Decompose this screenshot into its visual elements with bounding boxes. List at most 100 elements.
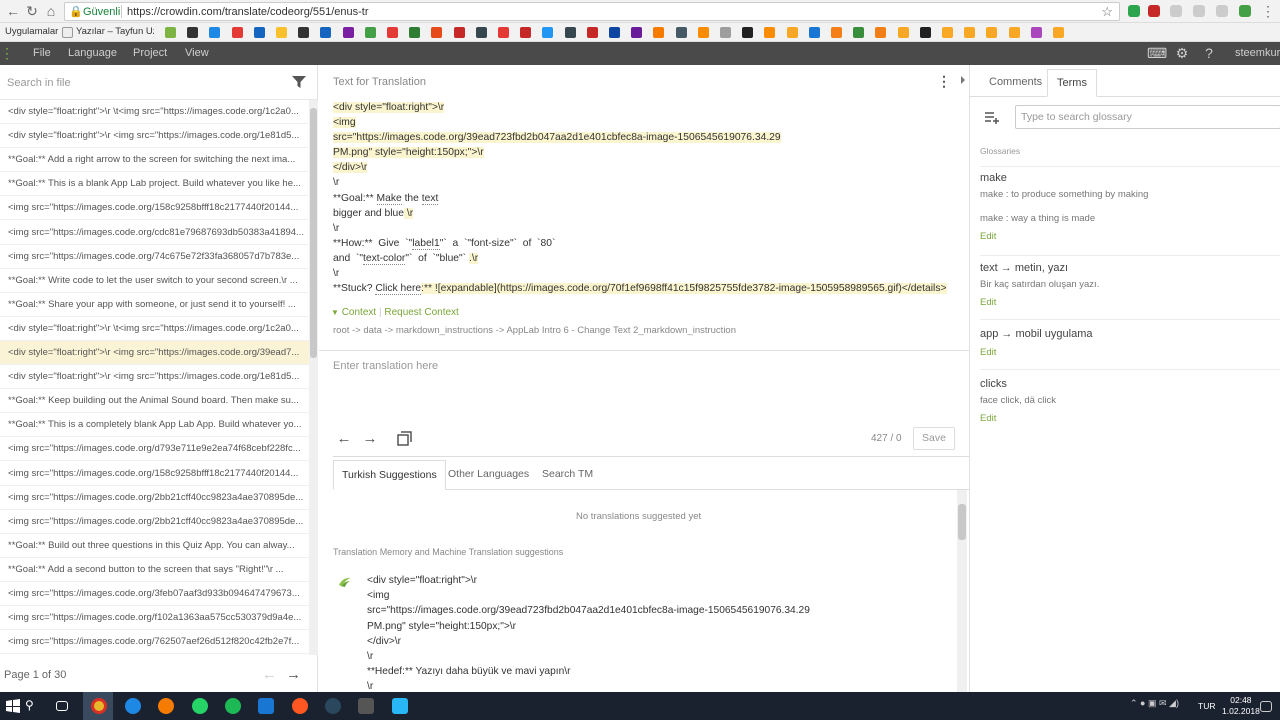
- bookmark-favicon-icon[interactable]: [498, 27, 509, 38]
- bookmark-favicon-icon[interactable]: [919, 27, 931, 38]
- string-list-item[interactable]: **Goal:** Build out three questions in t…: [0, 534, 309, 558]
- language-indicator[interactable]: TUR: [1198, 701, 1215, 711]
- windows-start-icon[interactable]: [5, 698, 21, 714]
- glossary-term[interactable]: text: [421, 192, 439, 205]
- string-list-item[interactable]: <div style="float:right">\r \t<img src="…: [0, 100, 309, 124]
- translation-input[interactable]: Enter translation here: [333, 360, 438, 372]
- tab-turkish-suggestions[interactable]: Turkish Suggestions: [333, 460, 446, 490]
- glossary-search-input[interactable]: Type to search glossary: [1015, 105, 1280, 129]
- scrollbar-thumb[interactable]: [958, 504, 966, 540]
- bookmark-favicon-icon[interactable]: [853, 27, 865, 38]
- glossary-term[interactable]: Click here: [375, 283, 422, 296]
- arrow-left-icon[interactable]: ←: [335, 430, 353, 448]
- refresh-icon[interactable]: ↻: [24, 3, 40, 19]
- bookmark-favicon-icon[interactable]: [697, 27, 709, 38]
- string-list-item[interactable]: <img src="https://images.code.org/3feb07…: [0, 582, 309, 606]
- string-list-item[interactable]: <img src="https://images.code.org/762507…: [0, 630, 309, 655]
- app-icon[interactable]: [392, 698, 408, 714]
- help-icon[interactable]: ?: [1201, 45, 1217, 61]
- term-edit-link[interactable]: Edit: [980, 297, 996, 308]
- bookmark-favicon-icon[interactable]: [276, 27, 287, 38]
- app-icon[interactable]: [292, 698, 308, 714]
- string-list-item[interactable]: **Goal:** Share your app with someone, o…: [0, 293, 309, 317]
- bookmark-favicon-icon[interactable]: [986, 27, 998, 38]
- search-in-file-input[interactable]: Search in file: [7, 77, 71, 89]
- extension-icon[interactable]: [1170, 5, 1182, 17]
- user-name[interactable]: steemkurd: [1235, 47, 1280, 59]
- clock[interactable]: 02:48 1.02.2018: [1222, 695, 1260, 717]
- bookmark-favicon-icon[interactable]: [1030, 27, 1042, 38]
- prev-page-icon[interactable]: ←: [262, 666, 277, 683]
- extension-icon[interactable]: [1128, 5, 1140, 17]
- url-text[interactable]: https://crowdin.com/translate/codeorg/55…: [127, 6, 369, 18]
- tab-terms[interactable]: Terms: [1047, 69, 1097, 97]
- string-list-item[interactable]: <div style="float:right">\r <img src="ht…: [0, 365, 309, 390]
- term-edit-link[interactable]: Edit: [980, 413, 996, 424]
- bookmark-favicon-icon[interactable]: [675, 27, 687, 38]
- bookmark-favicon-icon[interactable]: [831, 27, 842, 38]
- bookmark-favicon-icon[interactable]: [209, 27, 221, 38]
- add-term-icon[interactable]: [984, 110, 1000, 124]
- string-list-item[interactable]: **Goal:** This is a completely blank App…: [0, 413, 309, 438]
- glossary-term[interactable]: Make: [376, 192, 402, 205]
- copy-source-icon[interactable]: [395, 430, 413, 448]
- bookmark-favicon-icon[interactable]: [942, 27, 953, 38]
- string-list-item[interactable]: <img src="https://images.code.org/d793e7…: [0, 437, 309, 462]
- bookmark-favicon-icon[interactable]: [409, 27, 421, 38]
- filter-icon[interactable]: [291, 75, 307, 89]
- bookmark-favicon-icon[interactable]: [320, 27, 332, 38]
- list-scrollbar[interactable]: [309, 100, 318, 655]
- app-icon[interactable]: [358, 698, 374, 714]
- string-list-item[interactable]: **Goal:** Keep building out the Animal S…: [0, 389, 309, 414]
- steam-icon[interactable]: [325, 698, 341, 714]
- bookmark-favicon-icon[interactable]: [387, 27, 398, 38]
- keyboard-icon[interactable]: ⌨: [1147, 45, 1167, 61]
- bookmark-favicon-icon[interactable]: [586, 27, 598, 38]
- extension-icon[interactable]: [1193, 5, 1205, 17]
- bookmark-favicon-icon[interactable]: [165, 27, 176, 38]
- request-context-link[interactable]: Request Context: [384, 307, 459, 318]
- bookmark-favicon-icon[interactable]: [542, 27, 554, 38]
- string-list-item[interactable]: <img src="https://images.code.org/f102a1…: [0, 606, 309, 631]
- bookmark-favicon-icon[interactable]: [342, 27, 354, 38]
- menu-file[interactable]: File: [33, 47, 51, 59]
- firefox-icon[interactable]: [158, 698, 174, 714]
- bookmark-favicon-icon[interactable]: [431, 27, 443, 38]
- back-icon[interactable]: ←: [5, 3, 21, 19]
- string-list-item[interactable]: **Goal:** This is a blank App Lab projec…: [0, 172, 309, 197]
- address-bar[interactable]: 🔒 Güvenli https://crowdin.com/translate/…: [64, 2, 1120, 21]
- scrollbar-thumb[interactable]: [310, 108, 317, 358]
- string-list-item[interactable]: <img src="https://images.code.org/cdc81e…: [0, 221, 309, 245]
- collapse-right-icon[interactable]: [956, 65, 969, 95]
- search-icon[interactable]: ⚲: [25, 698, 41, 714]
- bookmark-favicon-icon[interactable]: [187, 27, 199, 38]
- tm-suggestion[interactable]: <div style="float:right">\r <img src="ht…: [367, 573, 927, 695]
- string-list-item[interactable]: **Goal:** Add a second button to the scr…: [0, 558, 309, 582]
- bookmark-favicon-icon[interactable]: [742, 27, 754, 38]
- suggestions-scrollbar[interactable]: [957, 490, 967, 692]
- bookmark-star-icon[interactable]: ☆: [1101, 4, 1113, 20]
- bookmark-favicon-icon[interactable]: [609, 27, 620, 38]
- bookmark-favicon-icon[interactable]: [720, 27, 731, 38]
- app-icon[interactable]: [258, 698, 274, 714]
- next-page-icon[interactable]: →: [286, 666, 301, 683]
- task-view-icon[interactable]: [56, 701, 68, 711]
- context-toggle-icon[interactable]: ▼: [331, 308, 339, 317]
- bookmark-favicon-icon[interactable]: [520, 27, 532, 38]
- whatsapp-icon[interactable]: [192, 698, 208, 714]
- bookmark-favicon-icon[interactable]: [764, 27, 776, 38]
- tab-comments[interactable]: Comments: [980, 69, 1051, 97]
- menu-icon[interactable]: ⋮: [1260, 3, 1276, 19]
- extension-icon[interactable]: [1216, 5, 1228, 17]
- menu-project[interactable]: Project: [133, 47, 167, 59]
- bookmark-favicon-icon[interactable]: [364, 27, 376, 38]
- bookmark-favicon-icon[interactable]: [564, 27, 576, 38]
- extension-icon[interactable]: [1148, 5, 1160, 17]
- string-list-item[interactable]: <div style="float:right">\r <img src="ht…: [0, 124, 309, 149]
- grip-icon[interactable]: ⋮: [0, 45, 14, 61]
- bookmark-favicon-icon[interactable]: [875, 27, 887, 38]
- bookmark-favicon-icon[interactable]: [253, 27, 265, 38]
- string-list-item[interactable]: <div style="float:right">\r \t<img src="…: [0, 317, 309, 341]
- tab-other-languages[interactable]: Other Languages: [440, 460, 537, 490]
- bookmark-favicon-icon[interactable]: [475, 27, 487, 38]
